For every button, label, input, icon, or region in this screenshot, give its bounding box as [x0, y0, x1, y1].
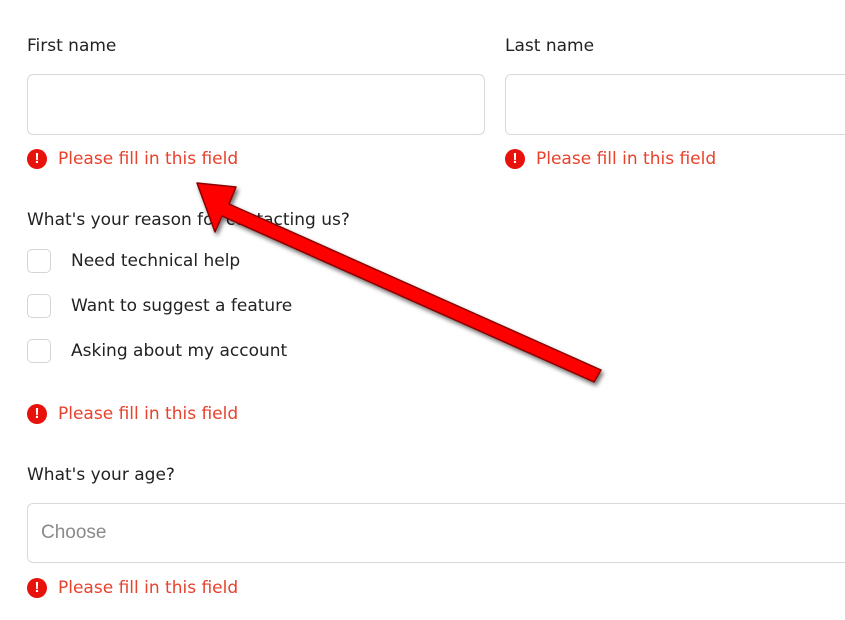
reason-option-technical-help[interactable]: Need technical help — [27, 248, 240, 274]
checkbox-label: Want to suggest a feature — [71, 296, 293, 316]
exclamation-circle-icon: ! — [27, 404, 47, 424]
first-name-label: First name — [27, 36, 117, 56]
age-select-placeholder: Choose — [41, 522, 107, 543]
first-name-error-text: Please fill in this field — [58, 149, 239, 169]
exclamation-circle-icon: ! — [27, 149, 47, 169]
last-name-input[interactable] — [505, 74, 845, 135]
reason-error: ! Please fill in this field — [27, 403, 238, 425]
reason-option-suggest-feature[interactable]: Want to suggest a feature — [27, 293, 292, 319]
last-name-error-text: Please fill in this field — [536, 149, 717, 169]
checkbox-label: Asking about my account — [71, 341, 288, 361]
age-question: What's your age? — [27, 465, 175, 485]
exclamation-circle-icon: ! — [505, 149, 525, 169]
age-select[interactable]: Choose — [27, 503, 845, 563]
last-name-label: Last name — [505, 36, 595, 56]
reason-question: What's your reason for contacting us? — [27, 210, 350, 230]
checkbox[interactable] — [27, 249, 51, 273]
age-error: ! Please fill in this field — [27, 577, 238, 599]
checkbox[interactable] — [27, 339, 51, 363]
reason-error-text: Please fill in this field — [58, 404, 239, 424]
first-name-input[interactable] — [27, 74, 485, 135]
first-name-error: ! Please fill in this field — [27, 148, 238, 170]
checkbox[interactable] — [27, 294, 51, 318]
age-error-text: Please fill in this field — [58, 578, 239, 598]
exclamation-circle-icon: ! — [27, 578, 47, 598]
checkbox-label: Need technical help — [71, 251, 241, 271]
reason-option-account[interactable]: Asking about my account — [27, 338, 287, 364]
last-name-error: ! Please fill in this field — [505, 148, 716, 170]
